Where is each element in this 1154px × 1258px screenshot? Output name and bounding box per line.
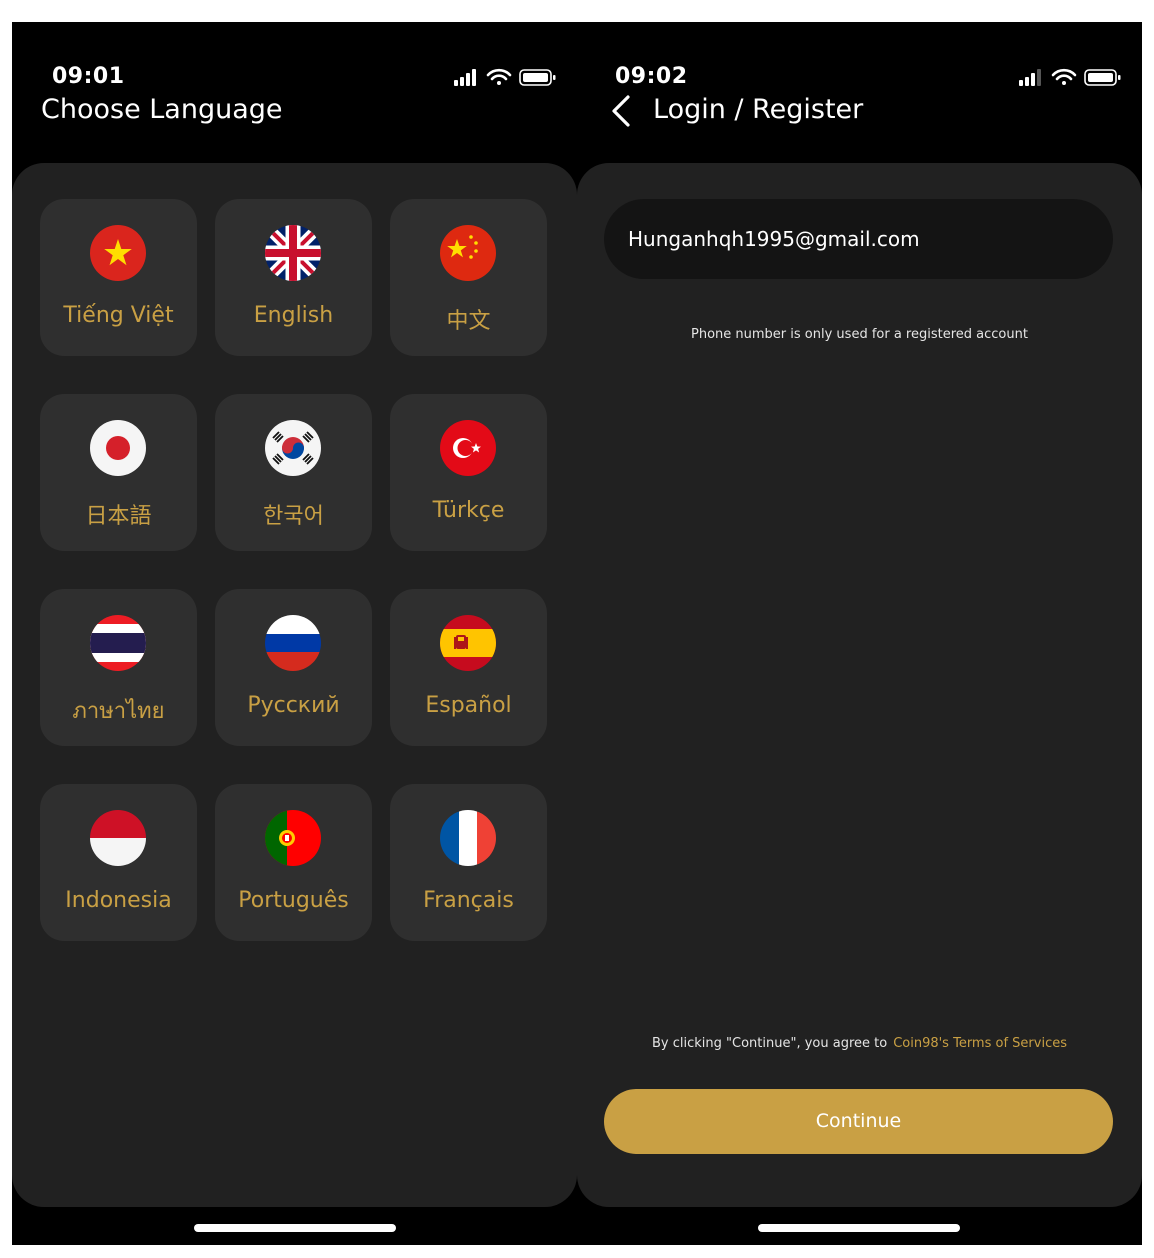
language-label: 한국어 — [263, 504, 324, 529]
continue-button[interactable]: Continue — [604, 1089, 1113, 1154]
language-tile-spanish[interactable]: Español — [390, 589, 547, 746]
wifi-icon — [486, 68, 512, 85]
language-tile-english[interactable]: English — [215, 199, 372, 356]
indonesia-flag-icon — [90, 810, 146, 866]
email-input-value: Hunganhqh1995@gmail.com — [628, 227, 920, 251]
terms-link[interactable]: Coin98's Terms of Services — [893, 1036, 1067, 1051]
battery-icon — [519, 69, 556, 86]
battery-icon — [1084, 69, 1121, 86]
status-icons — [454, 68, 556, 86]
language-label: Indonesia — [65, 888, 172, 913]
language-label: ภาษาไทย — [72, 699, 165, 724]
status-time: 09:01 — [52, 64, 125, 89]
cellular-signal-icon — [1019, 69, 1041, 86]
france-flag-icon — [440, 810, 496, 866]
vietnam-flag-icon — [90, 225, 146, 281]
page-title: Login / Register — [653, 94, 864, 125]
agree-text: By clicking "Continue", you agree to — [652, 1036, 888, 1051]
home-indicator[interactable] — [194, 1224, 396, 1232]
china-flag-icon — [440, 225, 496, 281]
email-input[interactable]: Hunganhqh1995@gmail.com — [604, 199, 1113, 279]
status-time: 09:02 — [615, 64, 688, 89]
language-tile-korean[interactable]: 한국어 — [215, 394, 372, 551]
language-label: Español — [425, 693, 512, 718]
language-panel: Tiếng Việt English 中文 日本語 한국어 Türkçe ภาษ… — [12, 163, 577, 1207]
cellular-signal-icon — [454, 69, 476, 86]
russia-flag-icon — [265, 615, 321, 671]
language-tile-portuguese[interactable]: Português — [215, 784, 372, 941]
language-label: 日本語 — [85, 504, 152, 529]
spain-flag-icon — [440, 615, 496, 671]
choose-language-screen: 09:01 Choose Language Tiếng Việt English… — [12, 22, 577, 1245]
language-tile-turkish[interactable]: Türkçe — [390, 394, 547, 551]
language-label: 中文 — [446, 309, 491, 334]
language-label: Русский — [247, 693, 340, 718]
language-tile-thai[interactable]: ภาษาไทย — [40, 589, 197, 746]
login-panel: Hunganhqh1995@gmail.com Phone number is … — [577, 163, 1142, 1207]
portugal-flag-icon — [265, 810, 321, 866]
wifi-icon — [1051, 68, 1077, 85]
language-tile-chinese[interactable]: 中文 — [390, 199, 547, 356]
language-label: Türkçe — [432, 498, 505, 523]
language-label: Français — [423, 888, 514, 913]
login-register-screen: 09:02 Login / Register Hunganhqh1995@gma… — [577, 22, 1142, 1245]
terms-agreement: By clicking "Continue", you agree to Coin… — [577, 1036, 1142, 1051]
thailand-flag-icon — [90, 615, 146, 671]
language-tile-japanese[interactable]: 日本語 — [40, 394, 197, 551]
language-tile-french[interactable]: Français — [390, 784, 547, 941]
language-label: Tiếng Việt — [63, 303, 174, 328]
japan-flag-icon — [90, 420, 146, 476]
page-title: Choose Language — [41, 94, 283, 125]
language-tile-russian[interactable]: Русский — [215, 589, 372, 746]
back-chevron-icon[interactable] — [610, 95, 632, 127]
status-icons — [1019, 68, 1121, 86]
language-label: English — [253, 303, 334, 328]
turkey-flag-icon — [440, 420, 496, 476]
language-label: Português — [238, 888, 349, 913]
korea-flag-icon — [265, 420, 321, 476]
language-tile-indonesian[interactable]: Indonesia — [40, 784, 197, 941]
continue-button-label: Continue — [815, 1110, 902, 1132]
home-indicator[interactable] — [758, 1224, 960, 1232]
language-tile-vietnamese[interactable]: Tiếng Việt — [40, 199, 197, 356]
uk-flag-icon — [265, 225, 321, 281]
phone-hint-text: Phone number is only used for a register… — [691, 327, 1028, 342]
